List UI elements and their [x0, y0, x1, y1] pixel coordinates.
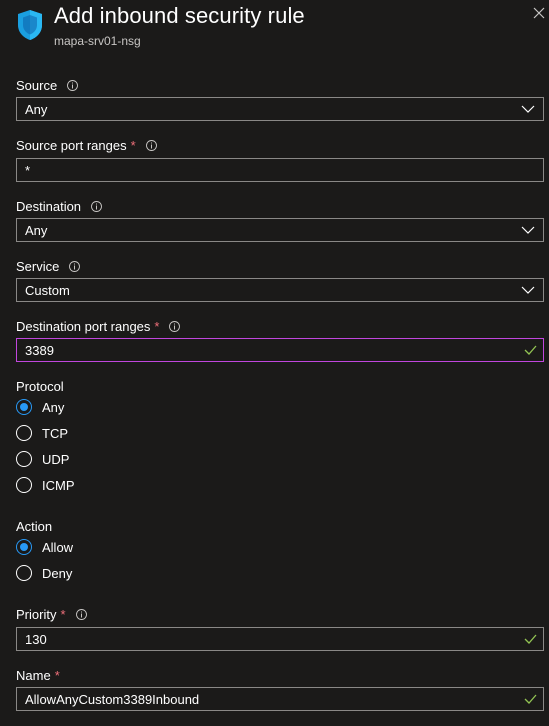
- destination-port-label-text: Destination port ranges: [16, 319, 151, 334]
- priority-value: 130: [25, 632, 47, 647]
- source-port-label: Source port ranges *: [16, 138, 157, 153]
- close-icon[interactable]: [532, 6, 546, 20]
- source-port-label-text: Source port ranges: [16, 138, 127, 153]
- required-mark: *: [60, 607, 66, 622]
- info-icon[interactable]: [169, 321, 181, 332]
- protocol-label: Protocol: [16, 379, 64, 394]
- priority-input[interactable]: 130: [16, 627, 544, 651]
- protocol-option-tcp[interactable]: TCP: [16, 425, 68, 441]
- protocol-option-udp[interactable]: UDP: [16, 451, 69, 467]
- checkmark-icon: [524, 694, 537, 704]
- radio-circle[interactable]: [16, 425, 32, 441]
- destination-port-label: Destination port ranges *: [16, 319, 181, 334]
- chevron-down-icon: [521, 226, 535, 234]
- priority-label-text: Priority: [16, 607, 57, 622]
- checkmark-icon: [524, 634, 537, 644]
- radio-circle[interactable]: [16, 539, 32, 555]
- protocol-option-any[interactable]: Any: [16, 399, 64, 415]
- checkmark-icon: [524, 345, 537, 355]
- destination-dropdown[interactable]: Any: [16, 218, 544, 242]
- action-option-allow[interactable]: Allow: [16, 539, 73, 555]
- action-option-label: Deny: [42, 565, 73, 581]
- service-dropdown[interactable]: Custom: [16, 278, 544, 302]
- source-port-input[interactable]: *: [16, 158, 544, 182]
- source-value: Any: [25, 102, 48, 117]
- service-value: Custom: [25, 283, 70, 298]
- chevron-down-icon: [521, 286, 535, 294]
- destination-label-text: Destination: [16, 199, 82, 214]
- protocol-option-icmp[interactable]: ICMP: [16, 477, 75, 493]
- page-title: Add inbound security rule: [54, 3, 305, 28]
- info-icon[interactable]: [91, 201, 102, 212]
- source-label: Source: [16, 78, 79, 93]
- destination-label: Destination: [16, 199, 102, 214]
- blade-header: Add inbound security rule mapa-srv01-nsg: [0, 0, 549, 60]
- info-icon[interactable]: [75, 609, 87, 620]
- action-option-deny[interactable]: Deny: [16, 565, 72, 581]
- name-input[interactable]: AllowAnyCustom3389Inbound: [16, 687, 544, 711]
- radio-circle[interactable]: [16, 451, 32, 467]
- shield-icon: [18, 10, 42, 40]
- protocol-option-label: ICMP: [42, 477, 75, 493]
- destination-port-value: 3389: [25, 343, 54, 358]
- protocol-option-label: TCP: [42, 425, 68, 441]
- required-mark: *: [130, 138, 136, 153]
- source-dropdown[interactable]: Any: [16, 97, 544, 121]
- required-mark: *: [154, 319, 160, 334]
- action-label: Action: [16, 519, 53, 534]
- protocol-option-label: UDP: [42, 451, 70, 467]
- required-mark: *: [54, 668, 60, 683]
- radio-circle[interactable]: [16, 477, 32, 493]
- info-icon[interactable]: [67, 80, 79, 91]
- name-label: Name *: [16, 668, 60, 683]
- radio-circle[interactable]: [16, 565, 32, 581]
- source-port-value: *: [25, 163, 31, 178]
- destination-value: Any: [25, 223, 48, 238]
- info-icon[interactable]: [69, 261, 81, 272]
- name-value: AllowAnyCustom3389Inbound: [25, 692, 200, 707]
- protocol-option-label: Any: [42, 399, 65, 415]
- info-icon[interactable]: [145, 140, 157, 151]
- name-label-text: Name: [16, 668, 51, 683]
- radio-circle[interactable]: [16, 399, 32, 415]
- page-subtitle: mapa-srv01-nsg: [54, 34, 141, 48]
- destination-port-input[interactable]: 3389: [16, 338, 544, 362]
- service-label-text: Service: [16, 259, 60, 274]
- source-label-text: Source: [16, 78, 58, 93]
- action-option-label: Allow: [42, 539, 74, 555]
- service-label: Service: [16, 259, 81, 274]
- priority-label: Priority *: [16, 607, 87, 622]
- chevron-down-icon: [521, 105, 535, 113]
